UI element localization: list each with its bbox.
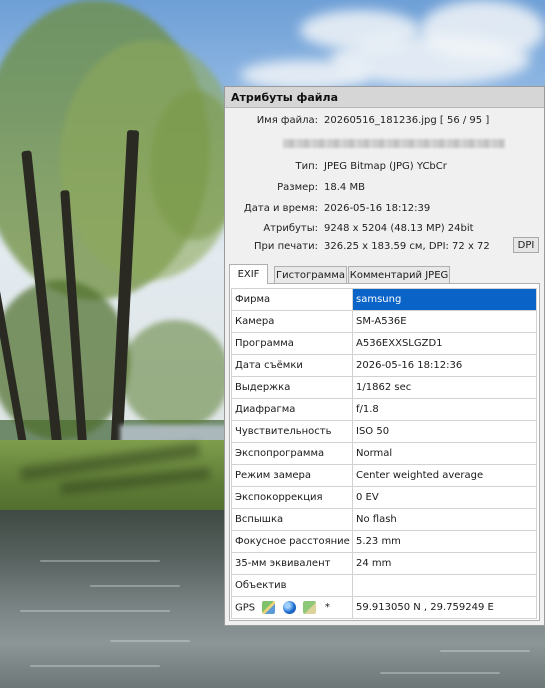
- exif-row[interactable]: Камера SM-A536E: [231, 310, 537, 333]
- exif-row[interactable]: Чувствительность ISO 50: [231, 420, 537, 443]
- file-date-row: Дата и время: 2026-05-16 18:12:39: [225, 201, 544, 217]
- exif-row[interactable]: Диафрагма f/1.8: [231, 398, 537, 421]
- gps-star[interactable]: *: [325, 602, 330, 613]
- file-size-value: 18.4 MB: [324, 182, 365, 193]
- tab-histogram[interactable]: Гистограмма: [274, 266, 347, 283]
- exif-key: Объектив: [231, 574, 353, 597]
- exif-key: Камера: [231, 310, 353, 333]
- exif-value: A536EXXSLGZD1: [352, 332, 537, 355]
- exif-value: 1/1862 sec: [352, 376, 537, 399]
- file-attributes-label: Атрибуты:: [263, 223, 318, 234]
- exif-key: 35-мм эквивалент: [231, 552, 353, 575]
- file-date-value: 2026-05-16 18:12:39: [324, 203, 431, 214]
- exif-table: Фирма samsung Камера SM-A536E Программа A536E…: [231, 288, 537, 619]
- file-name-label: Имя файла:: [256, 115, 318, 126]
- file-attributes-panel: Атрибуты файла Имя файла: 20260516_18123…: [224, 86, 545, 626]
- exif-row[interactable]: Вспышка No flash: [231, 508, 537, 531]
- exif-row[interactable]: Экспопрограмма Normal: [231, 442, 537, 465]
- gps-row: GPS * 59.913050 N , 29.759249 E: [231, 596, 537, 619]
- file-type-label: Тип:: [295, 161, 318, 172]
- exif-value: samsung: [352, 288, 537, 311]
- file-size-label: Размер:: [277, 182, 318, 193]
- exif-row[interactable]: Дата съёмки 2026-05-16 18:12:36: [231, 354, 537, 377]
- print-size-label: При печати:: [254, 241, 318, 252]
- exif-key: Режим замера: [231, 464, 353, 487]
- file-type-value: JPEG Bitmap (JPG) YCbCr: [324, 161, 447, 172]
- exif-key: Программа: [231, 332, 353, 355]
- print-size-row: При печати: 326.25 x 183.59 см, DPI: 72 …: [225, 239, 544, 255]
- exif-row[interactable]: Выдержка 1/1862 sec: [231, 376, 537, 399]
- map-pin-icon[interactable]: [302, 601, 316, 614]
- file-name-value: 20260516_181236.jpg [ 56 / 95 ]: [324, 115, 490, 126]
- exif-row[interactable]: Объектив: [231, 574, 537, 597]
- exif-row[interactable]: Программа A536EXXSLGZD1: [231, 332, 537, 355]
- file-type-row: Тип: JPEG Bitmap (JPG) YCbCr: [225, 159, 544, 175]
- exif-row[interactable]: Режим замера Center weighted average: [231, 464, 537, 487]
- exif-key: Экспопрограмма: [231, 442, 353, 465]
- file-attributes-value: 9248 x 5204 (48.13 MP) 24bit: [324, 223, 474, 234]
- exif-value: [352, 574, 537, 597]
- globe-icon[interactable]: [282, 601, 296, 614]
- tab-jpeg-comment[interactable]: Комментарий JPEG: [348, 266, 450, 283]
- exif-key: Фокусное расстояние: [231, 530, 353, 553]
- exif-key: Вспышка: [231, 508, 353, 531]
- exif-row[interactable]: Фокусное расстояние 5.23 mm: [231, 530, 537, 553]
- exif-row[interactable]: 35-мм эквивалент 24 mm: [231, 552, 537, 575]
- exif-key: Дата съёмки: [231, 354, 353, 377]
- panel-title: Атрибуты файла: [231, 91, 338, 104]
- map-icon[interactable]: [262, 601, 276, 614]
- exif-key: Диафрагма: [231, 398, 353, 421]
- exif-row[interactable]: Фирма samsung: [231, 288, 537, 311]
- file-size-row: Размер: 18.4 MB: [225, 180, 544, 196]
- file-name-row: Имя файла: 20260516_181236.jpg [ 56 / 95…: [225, 113, 544, 129]
- file-attributes-row: Атрибуты: 9248 x 5204 (48.13 MP) 24bit: [225, 221, 544, 237]
- dpi-button[interactable]: DPI: [513, 237, 539, 253]
- panel-title-bar[interactable]: Атрибуты файла: [225, 87, 544, 108]
- exif-value: ISO 50: [352, 420, 537, 443]
- gps-value: 59.913050 N , 29.759249 E: [352, 596, 537, 619]
- redacted-path: [283, 139, 505, 148]
- file-date-label: Дата и время:: [243, 203, 318, 214]
- exif-row[interactable]: Экспокоррекция 0 EV: [231, 486, 537, 509]
- gps-label-cell: GPS *: [231, 596, 353, 619]
- exif-value: Center weighted average: [352, 464, 537, 487]
- exif-key: Выдержка: [231, 376, 353, 399]
- exif-key: Фирма: [231, 288, 353, 311]
- print-size-value: 326.25 x 183.59 см, DPI: 72 x 72: [324, 241, 490, 252]
- exif-value: No flash: [352, 508, 537, 531]
- exif-value: 0 EV: [352, 486, 537, 509]
- exif-value: Normal: [352, 442, 537, 465]
- exif-value: 5.23 mm: [352, 530, 537, 553]
- exif-key: Экспокоррекция: [231, 486, 353, 509]
- exif-value: f/1.8: [352, 398, 537, 421]
- gps-label: GPS: [235, 602, 256, 614]
- exif-value: 2026-05-16 18:12:36: [352, 354, 537, 377]
- exif-key: Чувствительность: [231, 420, 353, 443]
- tab-exif[interactable]: EXIF: [229, 264, 268, 284]
- exif-value: SM-A536E: [352, 310, 537, 333]
- exif-value: 24 mm: [352, 552, 537, 575]
